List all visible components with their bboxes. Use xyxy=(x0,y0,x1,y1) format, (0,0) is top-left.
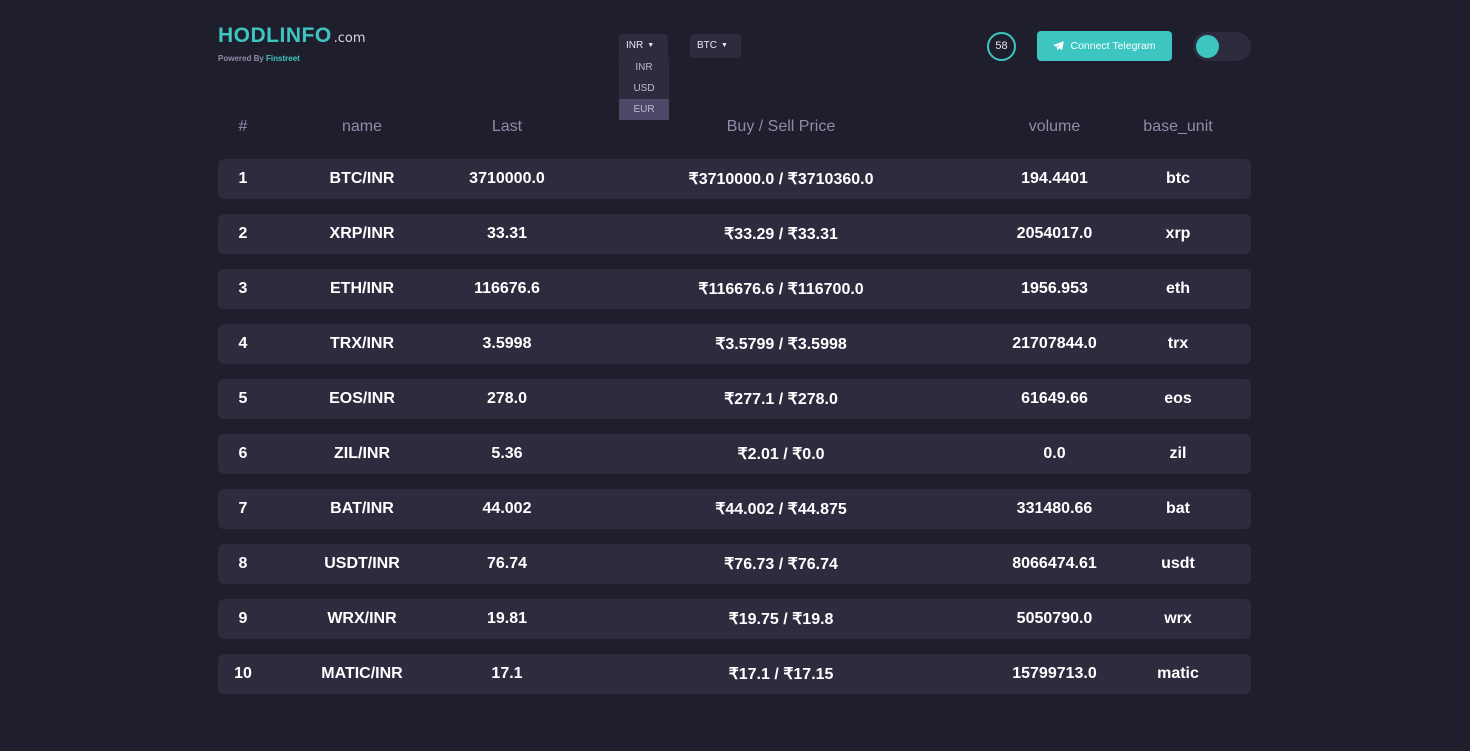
row-name: MATIC/INR xyxy=(321,665,403,682)
row-buy-sell: ₹33.29 / ₹33.31 xyxy=(724,226,838,243)
refresh-timer: 58 xyxy=(987,32,1016,61)
row-index: 8 xyxy=(238,555,248,572)
row-volume: 1956.953 xyxy=(1021,280,1088,297)
row-base-unit: zil xyxy=(1169,445,1187,462)
row-last: 3.5998 xyxy=(482,335,532,352)
currency-select[interactable]: INR ▼ xyxy=(619,34,668,58)
row-volume: 0.0 xyxy=(1043,445,1066,462)
row-last: 5.36 xyxy=(491,445,523,462)
table-row: 5 EOS/INR 278.0 ₹277.1 / ₹278.0 61649.66… xyxy=(218,379,1251,419)
row-volume: 8066474.61 xyxy=(1012,555,1097,572)
header-index: # xyxy=(238,118,248,135)
toggle-knob xyxy=(1196,35,1219,58)
logo-domain-text: .com xyxy=(333,31,366,46)
row-index: 9 xyxy=(238,610,248,627)
row-index: 3 xyxy=(238,280,248,297)
row-base-unit: matic xyxy=(1157,665,1199,682)
row-last: 33.31 xyxy=(486,225,528,242)
row-last: 76.74 xyxy=(486,555,528,572)
row-base-unit: wrx xyxy=(1164,610,1192,627)
logo-main-text: HODLINFO xyxy=(218,24,332,47)
row-name: ETH/INR xyxy=(330,280,394,297)
currency-select-value: INR xyxy=(626,40,644,51)
table-row: 9 WRX/INR 19.81 ₹19.75 / ₹19.8 5050790.0… xyxy=(218,599,1251,639)
row-name: XRP/INR xyxy=(329,225,395,242)
powered-by-line: Powered By Finstreet xyxy=(218,54,366,63)
powered-by-text: Powered By xyxy=(218,54,264,63)
row-index: 4 xyxy=(238,335,248,352)
row-base-unit: xrp xyxy=(1165,225,1191,242)
coin-select[interactable]: BTC ▼ xyxy=(690,34,741,58)
row-last: 17.1 xyxy=(491,665,523,682)
row-volume: 5050790.0 xyxy=(1016,610,1093,627)
row-index: 2 xyxy=(238,225,248,242)
theme-toggle[interactable] xyxy=(1193,32,1251,61)
row-name: EOS/INR xyxy=(329,390,395,407)
row-base-unit: eos xyxy=(1164,390,1192,407)
telegram-icon xyxy=(1053,41,1065,51)
row-buy-sell: ₹3.5799 / ₹3.5998 xyxy=(715,336,847,353)
row-volume: 21707844.0 xyxy=(1012,335,1097,352)
logo-title: HODLINFO .com xyxy=(218,24,366,48)
row-buy-sell: ₹76.73 / ₹76.74 xyxy=(724,556,838,573)
chevron-down-icon: ▼ xyxy=(721,42,728,49)
chevron-down-icon: ▼ xyxy=(647,42,655,49)
header-buy-sell: Buy / Sell Price xyxy=(726,118,836,135)
table-row: 8 USDT/INR 76.74 ₹76.73 / ₹76.74 8066474… xyxy=(218,544,1251,584)
row-base-unit: btc xyxy=(1166,170,1190,187)
row-base-unit: usdt xyxy=(1161,555,1195,572)
row-base-unit: eth xyxy=(1166,280,1190,297)
row-index: 7 xyxy=(238,500,248,517)
row-index: 10 xyxy=(234,665,252,682)
row-name: ZIL/INR xyxy=(334,445,390,462)
currency-option-inr[interactable]: INR xyxy=(619,57,669,78)
table-row: 10 MATIC/INR 17.1 ₹17.1 / ₹17.15 1579971… xyxy=(218,654,1251,694)
coin-select-value: BTC xyxy=(697,40,717,51)
row-buy-sell: ₹3710000.0 / ₹3710360.0 xyxy=(688,171,874,188)
powered-by-brand: Finstreet xyxy=(266,54,300,63)
table-header: # name Last Buy / Sell Price volume base… xyxy=(218,110,1251,144)
header-name: name xyxy=(341,118,383,135)
table-row: 1 BTC/INR 3710000.0 ₹3710000.0 / ₹371036… xyxy=(218,159,1251,199)
row-volume: 2054017.0 xyxy=(1016,225,1093,242)
row-last: 116676.6 xyxy=(474,280,540,297)
site-logo[interactable]: HODLINFO .com Powered By Finstreet xyxy=(218,24,366,63)
row-last: 278.0 xyxy=(486,390,528,407)
row-volume: 331480.66 xyxy=(1016,500,1093,517)
row-buy-sell: ₹2.01 / ₹0.0 xyxy=(737,446,825,463)
connect-telegram-button[interactable]: Connect Telegram xyxy=(1037,31,1172,61)
row-buy-sell: ₹44.002 / ₹44.875 xyxy=(715,501,847,518)
table-row: 4 TRX/INR 3.5998 ₹3.5799 / ₹3.5998 21707… xyxy=(218,324,1251,364)
row-name: USDT/INR xyxy=(324,555,400,572)
row-name: TRX/INR xyxy=(330,335,394,352)
row-index: 1 xyxy=(238,170,248,187)
row-last: 3710000.0 xyxy=(469,170,545,187)
row-buy-sell: ₹277.1 / ₹278.0 xyxy=(724,391,838,408)
row-volume: 15799713.0 xyxy=(1012,665,1097,682)
row-volume: 194.4401 xyxy=(1021,170,1088,187)
row-volume: 61649.66 xyxy=(1021,390,1088,407)
row-last: 44.002 xyxy=(482,500,532,517)
connect-telegram-label: Connect Telegram xyxy=(1070,40,1156,52)
row-index: 5 xyxy=(238,390,248,407)
table-row: 7 BAT/INR 44.002 ₹44.002 / ₹44.875 33148… xyxy=(218,489,1251,529)
row-buy-sell: ₹17.1 / ₹17.15 xyxy=(728,666,834,683)
row-last: 19.81 xyxy=(486,610,528,627)
row-buy-sell: ₹116676.6 / ₹116700.0 xyxy=(698,281,864,298)
row-buy-sell: ₹19.75 / ₹19.8 xyxy=(728,611,834,628)
row-name: WRX/INR xyxy=(327,610,397,627)
table-row: 6 ZIL/INR 5.36 ₹2.01 / ₹0.0 0.0 zil xyxy=(218,434,1251,474)
currency-option-usd[interactable]: USD xyxy=(619,78,669,99)
row-name: BTC/INR xyxy=(329,170,395,187)
page: HODLINFO .com Powered By Finstreet INR ▼ I… xyxy=(0,0,1470,751)
header-base-unit: base_unit xyxy=(1143,118,1213,135)
row-base-unit: bat xyxy=(1166,500,1190,517)
table-row: 3 ETH/INR 116676.6 ₹116676.6 / ₹116700.0… xyxy=(218,269,1251,309)
row-base-unit: trx xyxy=(1167,335,1189,352)
table-row: 2 XRP/INR 33.31 ₹33.29 / ₹33.31 2054017.… xyxy=(218,214,1251,254)
header-last: Last xyxy=(491,118,523,135)
row-index: 6 xyxy=(238,445,248,462)
header-volume: volume xyxy=(1028,118,1081,135)
row-name: BAT/INR xyxy=(330,500,394,517)
